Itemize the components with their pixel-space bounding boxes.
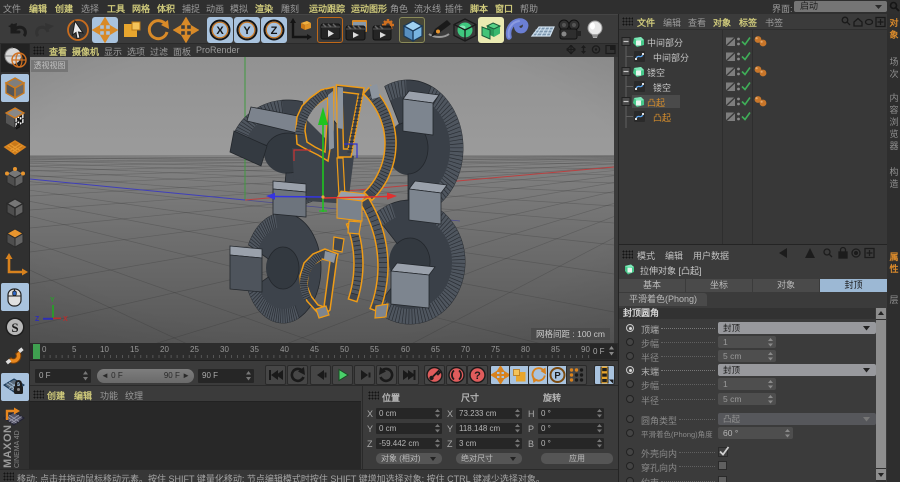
- svg-text:Y: Y: [243, 25, 251, 37]
- svg-text:X: X: [216, 25, 224, 37]
- svg-text:?: ?: [474, 370, 481, 382]
- svg-text:Z: Z: [271, 25, 278, 37]
- svg-text:S: S: [11, 320, 18, 335]
- svg-text:P: P: [554, 371, 561, 382]
